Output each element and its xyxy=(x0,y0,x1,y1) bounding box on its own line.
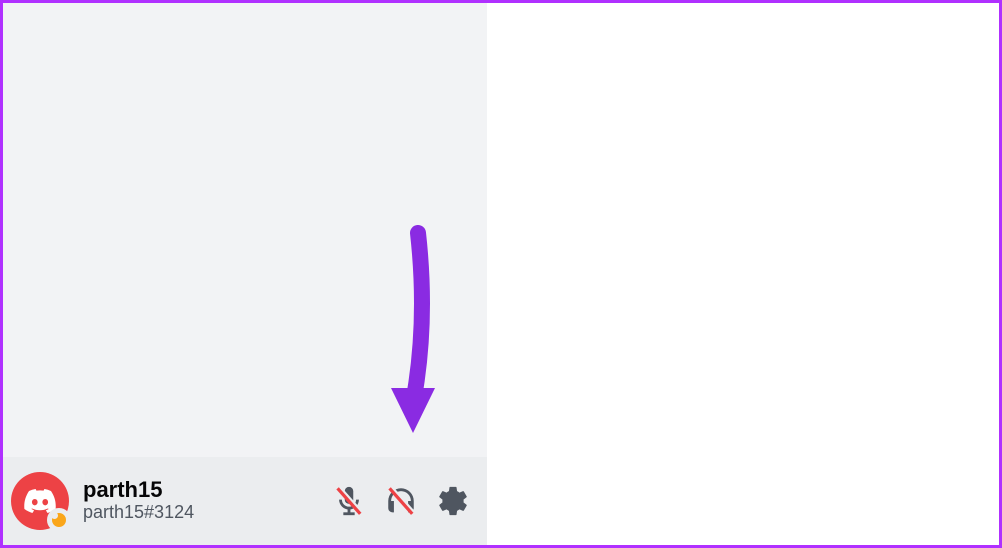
mute-button[interactable] xyxy=(327,479,371,523)
sidebar-content-area xyxy=(3,3,487,457)
user-controls xyxy=(327,479,475,523)
deafen-button[interactable] xyxy=(379,479,423,523)
avatar[interactable] xyxy=(11,472,69,530)
user-panel: parth15 parth15#3124 xyxy=(3,457,487,545)
mute-mic-icon xyxy=(332,484,366,518)
settings-button[interactable] xyxy=(431,479,475,523)
user-info[interactable]: parth15 parth15#3124 xyxy=(83,478,327,524)
username-label: parth15 xyxy=(83,478,327,502)
gear-icon xyxy=(436,484,470,518)
user-tag-label: parth15#3124 xyxy=(83,502,327,524)
status-idle-icon xyxy=(47,508,71,532)
sidebar-panel: parth15 parth15#3124 xyxy=(3,3,487,545)
deafen-headphones-icon xyxy=(384,484,418,518)
